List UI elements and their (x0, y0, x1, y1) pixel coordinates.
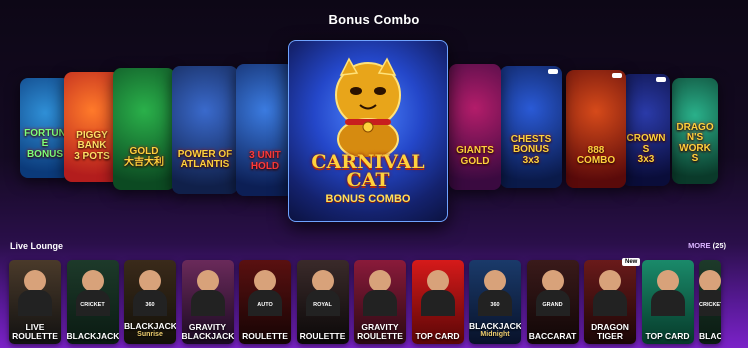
dealer-body (190, 290, 225, 316)
carousel-slide[interactable]: GIANTS GOLD (449, 64, 501, 190)
carousel-slide[interactable]: PIGGY BANK 3 POTS (64, 72, 120, 182)
dealer-avatar (139, 270, 161, 292)
live-game-tile[interactable]: GRAVITY ROULETTE (354, 260, 406, 344)
live-game-tile[interactable]: CRICKET BLACK (699, 260, 721, 344)
live-game-tile[interactable]: AUTO ROULETTE (239, 260, 291, 344)
featured-game-subtitle: BONUS COMBO (325, 193, 411, 205)
carousel-slide[interactable]: DRAGON'S WORKS (672, 78, 718, 184)
carousel-slide[interactable]: POWER OF ATLANTIS (172, 66, 238, 194)
live-game-tile[interactable]: TOP CARD (641, 260, 694, 344)
dealer-avatar (426, 270, 449, 292)
slide-label: GOLD 大吉大利 (124, 146, 164, 168)
tile-prefix: 360 (490, 302, 500, 308)
dealer-avatar (311, 270, 334, 292)
section-title: Bonus Combo (328, 12, 420, 27)
live-game-tile[interactable]: TOP CARD (411, 260, 464, 344)
more-link[interactable]: MORE (25) (688, 241, 726, 250)
slide-badge (612, 73, 622, 78)
dealer-avatar (656, 270, 679, 292)
tile-label: TOP CARD (645, 330, 690, 341)
slide-badge (656, 77, 666, 82)
live-game-tile[interactable]: GRAVITY BLACKJACK (181, 260, 234, 344)
new-badge: New (622, 258, 641, 266)
carousel-slide[interactable]: 3 UNIT HOLD (236, 64, 294, 196)
featured-game-card[interactable]: CARNIVAL CAT BONUS COMBO (288, 40, 448, 222)
live-game-tile[interactable]: 360 BLACKJACK Midnight (469, 260, 521, 344)
dealer-avatar (484, 270, 506, 292)
dealer-body (363, 290, 397, 316)
dealer-body (593, 290, 627, 316)
tile-label: ROULETTE (242, 330, 288, 341)
dealer-body (420, 290, 455, 316)
dealer-avatar (24, 270, 46, 292)
dealer-avatar (699, 270, 721, 292)
carousel-slide[interactable]: FORTUNE BONUS (20, 78, 70, 178)
tile-label: BLACK (699, 330, 721, 341)
slide-label: DRAGON'S WORKS (676, 121, 714, 165)
live-game-tile[interactable]: DRAGON TIGER (584, 260, 636, 344)
tile-label: BACCARAT (528, 330, 577, 341)
tile-prefix: CRICKET (699, 302, 721, 308)
slide-label: 3 UNIT HOLD (249, 150, 281, 172)
slide-label: CROWNS 3x3 (626, 133, 666, 166)
live-game-tile[interactable]: LIVE ROULETTE (9, 260, 61, 344)
dealer-avatar (541, 270, 564, 292)
tile-sublabel: Sunrise (137, 331, 163, 338)
slide-label: GIANTS GOLD (456, 145, 494, 167)
tile-label: GRAVITY ROULETTE (357, 322, 403, 341)
tile-prefix: CRICKET (80, 302, 105, 308)
dealer-body (650, 290, 685, 316)
live-game-tile[interactable]: GRAND BACCARAT (526, 260, 579, 344)
slide-badge (548, 69, 558, 74)
tile-label: BLACKJACK (124, 320, 176, 331)
tile-prefix: AUTO (257, 302, 273, 308)
carousel-slide[interactable]: GOLD 大吉大利 (113, 68, 175, 190)
dealer-avatar (196, 270, 219, 292)
live-game-tile[interactable]: 360 BLACKJACK Sunrise (124, 260, 176, 344)
live-lounge-row[interactable]: LIVE ROULETTE CRICKET BLACKJACK 360 BLACKJAC… (9, 258, 748, 346)
lucky-cat-icon (335, 57, 401, 157)
carousel-slide[interactable]: 888 COMBO (566, 70, 626, 188)
live-game-tile[interactable]: ROYAL ROULETTE (296, 260, 349, 344)
tile-sublabel: Midnight (480, 331, 510, 338)
tile-label: BLACKJACK (66, 330, 119, 341)
more-label: MORE (688, 241, 711, 250)
tile-prefix: GRAND (542, 302, 563, 308)
bonus-combo-carousel[interactable]: FORTUNE BONUS PIGGY BANK 3 POTS GOLD 大吉大利 P… (0, 34, 748, 230)
slide-label: 888 COMBO (576, 144, 616, 167)
tile-label: TOP CARD (415, 330, 460, 341)
slide-label: CHESTS BONUS 3x3 (510, 133, 552, 166)
tile-label: LIVE ROULETTE (12, 322, 58, 341)
dealer-avatar (254, 270, 276, 292)
dealer-avatar (369, 270, 391, 292)
dealer-avatar (81, 270, 104, 292)
live-lounge-title: Live Lounge (10, 241, 64, 251)
carousel-slide[interactable]: CHESTS BONUS 3x3 (500, 66, 562, 188)
live-lounge-header: Live Lounge MORE (25) (10, 241, 726, 253)
dealer-body (18, 290, 52, 316)
slide-label: POWER OF ATLANTIS (177, 148, 233, 171)
tile-label: ROULETTE (299, 330, 346, 341)
tile-prefix: ROYAL (313, 302, 332, 308)
featured-game-title: CARNIVAL CAT (311, 151, 425, 191)
dealer-avatar (599, 270, 621, 292)
tile-prefix: 360 (145, 302, 155, 308)
carousel-slide[interactable]: CROWNS 3x3 (622, 74, 670, 186)
tile-label: DRAGON TIGER (591, 322, 629, 341)
more-count: (25) (712, 241, 726, 250)
slide-label: FORTUNE BONUS (24, 127, 66, 160)
slide-label: PIGGY BANK 3 POTS (74, 129, 110, 162)
live-game-tile[interactable]: CRICKET BLACKJACK (66, 260, 119, 344)
tile-label: GRAVITY BLACKJACK (181, 322, 234, 341)
tile-label: BLACKJACK (469, 320, 521, 331)
